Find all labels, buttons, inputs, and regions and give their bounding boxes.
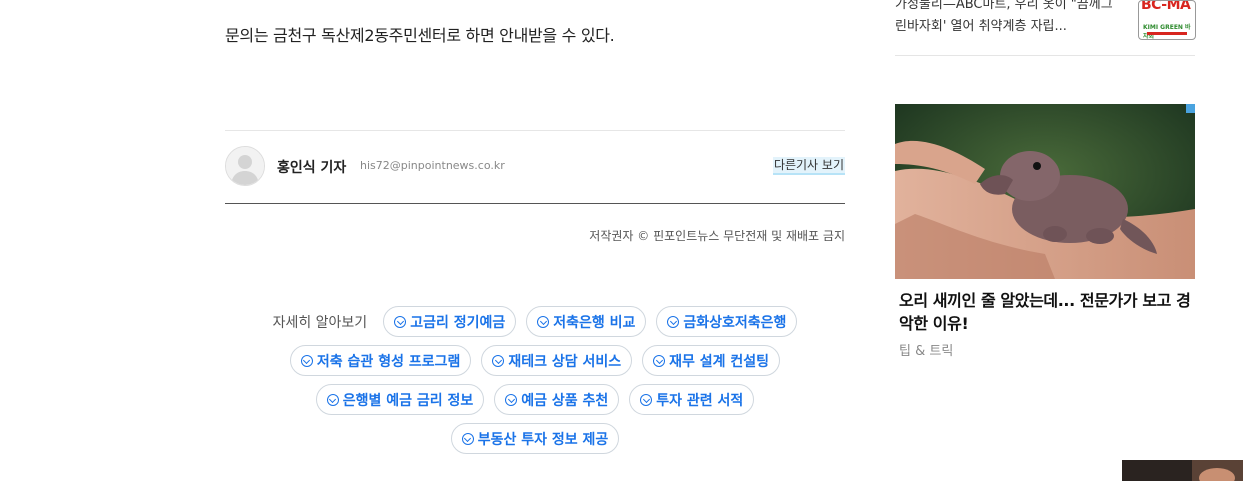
baby-platypus-photo[interactable] [895,104,1195,279]
user-avatar-icon[interactable] [225,146,265,186]
related-chip[interactable]: 금화상호저축은행 [656,306,798,337]
arrow-circle-icon [640,393,653,406]
author-email[interactable]: his72@pinpointnews.co.kr [360,159,505,172]
divider [225,203,845,204]
ad-source[interactable]: 팁 & 트릭 [895,340,1195,359]
arrow-circle-icon [300,354,313,367]
thumbnail-title: BC-MA [1141,0,1191,13]
related-keywords: 자세히 알아보기 고금리 정기예금 저축은행 비교 금화상호저축은행 저축 습관… [225,306,845,462]
news-thumbnail[interactable]: BC-MA KIMI GREEN 바자회 [1138,0,1196,40]
related-chip[interactable]: 부동산 투자 정보 제공 [450,423,620,454]
ad-title[interactable]: 오리 새끼인 줄 알았는데... 전문가가 보고 경악한 이유! [895,289,1195,335]
related-row: 저축 습관 형성 프로그램 재테크 상담 서비스 재무 설계 컨설팅 [225,345,845,376]
ad-choices-icon[interactable] [1186,104,1195,113]
thumbnail-bar [1147,32,1187,35]
article-closing-text: 문의는 금천구 독산제2동주민센터로 하면 안내받을 수 있다. [225,26,615,45]
divider [225,130,845,131]
floating-video-widget[interactable] [1122,460,1243,481]
related-row: 은행별 예금 금리 정보 예금 상품 추천 투자 관련 서적 [225,384,845,415]
arrow-circle-icon [505,393,518,406]
related-chip[interactable]: 예금 상품 추천 [494,384,620,415]
arrow-circle-icon [492,354,505,367]
related-chip[interactable]: 저축은행 비교 [526,306,647,337]
copyright-notice: 저작권자 © 핀포인트뉴스 무단전재 및 재배포 금지 [589,229,845,243]
related-row: 부동산 투자 정보 제공 [225,423,845,454]
related-chip[interactable]: 저축 습관 형성 프로그램 [289,345,472,376]
related-chip[interactable]: 재무 설계 컨설팅 [642,345,781,376]
author-name[interactable]: 홍인식 기자 [277,157,346,177]
news-headline[interactable]: 가성물리—ABC마트, 우리 옷이 "끔께그린바자회' 열어 취약계층 자립..… [895,0,1120,38]
sidebar-news-item[interactable]: 가성물리—ABC마트, 우리 옷이 "끔께그린바자회' 열어 취약계층 자립..… [895,0,1196,56]
arrow-circle-icon [461,432,474,445]
related-chip[interactable]: 투자 관련 서적 [629,384,755,415]
arrow-circle-icon [537,315,550,328]
thumbnail-subtitle: KIMI GREEN 바자회 [1143,24,1191,40]
arrow-circle-icon [667,315,680,328]
related-chip[interactable]: 재테크 상담 서비스 [481,345,633,376]
author-box: 홍인식 기자 his72@pinpointnews.co.kr 다른기사 보기 [225,146,845,188]
related-chip[interactable]: 고금리 정기예금 [383,306,517,337]
related-label: 자세히 알아보기 [272,314,368,331]
related-row: 자세히 알아보기 고금리 정기예금 저축은행 비교 금화상호저축은행 [225,306,845,337]
related-chip[interactable]: 은행별 예금 금리 정보 [315,384,485,415]
more-articles-link[interactable]: 다른기사 보기 [772,157,845,175]
sponsored-ad[interactable]: 오리 새끼인 줄 알았는데... 전문가가 보고 경악한 이유! 팁 & 트릭 [895,104,1195,359]
arrow-circle-icon [394,315,407,328]
arrow-circle-icon [653,354,666,367]
arrow-circle-icon [326,393,339,406]
